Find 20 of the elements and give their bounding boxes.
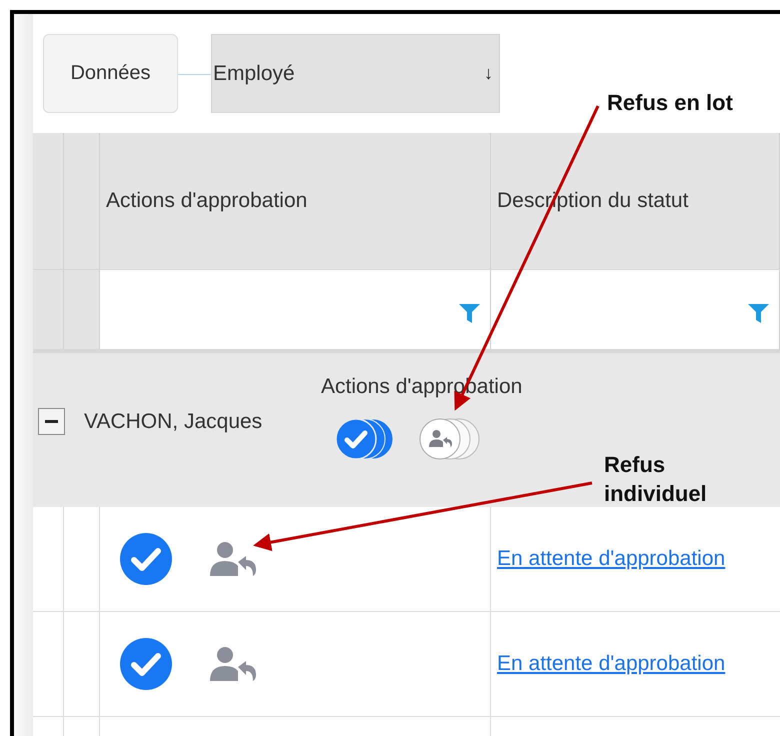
batch-approve-button[interactable] [335,417,395,461]
group-by-field[interactable]: Employé ↓ [211,34,500,113]
annotation-label: Refus individuel [604,451,708,508]
approve-button[interactable] [120,533,172,585]
column-header[interactable]: Actions d'approbation [106,189,308,213]
status-link[interactable]: En attente d'approbation [497,547,726,571]
data-button[interactable]: Données [43,34,178,113]
reject-button[interactable] [208,540,258,578]
group-name: VACHON, Jacques [84,410,262,434]
status-link[interactable]: En attente d'approbation [497,652,726,676]
filter-icon[interactable] [748,304,769,323]
approve-button[interactable] [120,638,172,690]
check-circle-icon [120,533,172,585]
filter-icon[interactable] [459,304,480,323]
reject-button[interactable] [208,645,258,683]
annotation-label: Refus en lot [607,89,734,117]
collapse-toggle[interactable] [38,408,65,435]
check-circle-icon [120,638,172,690]
batch-reject-button[interactable] [419,417,481,461]
sort-arrow[interactable]: ↓ [484,63,493,84]
